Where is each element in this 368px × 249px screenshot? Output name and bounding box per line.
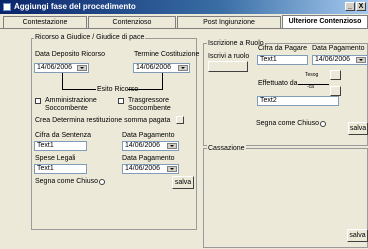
crea-determina-button[interactable] — [176, 116, 184, 124]
salva-ricorso-button[interactable]: salva — [172, 176, 194, 189]
segna-chiuso-radio[interactable] — [99, 179, 105, 185]
effettuato-label: Effettuato da — [258, 80, 298, 87]
termine-costituzione-value: 14/06/2006 — [136, 64, 172, 71]
data-pagamento-ruolo-label: Data Pagamento — [312, 45, 365, 52]
effettuato-option-top-button[interactable] — [330, 70, 341, 80]
chevron-down-icon[interactable] — [167, 143, 177, 149]
dialog-window: Aggiungi fase del procedimento _ X Conte… — [0, 0, 368, 249]
segna-chiuso-ruolo-radio[interactable] — [320, 121, 326, 127]
iscrivi-ruolo-button[interactable] — [208, 61, 248, 72]
tree-top-label: Tesog — [305, 72, 319, 78]
close-button[interactable]: X — [356, 2, 366, 11]
segna-chiuso-label: Segna come Chiuso — [35, 178, 99, 185]
chevron-down-icon[interactable] — [167, 166, 177, 172]
data-pagamento-sentenza-value: 14/06/2006 — [125, 142, 161, 149]
salva-ruolo-button[interactable]: salva — [348, 122, 368, 135]
data-deposito-value: 14/06/2006 — [37, 64, 73, 71]
data-deposito-label: Data Deposito Ricorso — [35, 51, 106, 58]
connector-line — [62, 89, 96, 90]
amministrazione-label: Amministrazione — [45, 97, 97, 104]
data-pagamento-sentenza-label: Data Pagamento — [122, 132, 175, 139]
salva-cassazione-button[interactable]: salva — [347, 229, 368, 242]
cassazione-group — [203, 148, 368, 248]
tab-post-ingiunzione[interactable]: Post Ingiunzione — [177, 16, 281, 28]
spese-legali-label: Spese Legali — [35, 155, 76, 162]
connector-line — [162, 73, 163, 90]
termine-costituzione-picker[interactable]: 14/06/2006 — [133, 63, 190, 73]
cassazione-group-title: Cassazione — [207, 145, 246, 152]
spese-legali-input[interactable]: Text1 — [34, 164, 87, 174]
amministrazione-sub-label: Soccombente — [45, 105, 88, 112]
ricorso-group-title: Ricorso a Giudice / Giudice di pace — [34, 34, 146, 41]
segna-chiuso-ruolo-label: Segna come Chiuso — [256, 120, 320, 127]
chevron-down-icon[interactable] — [356, 57, 366, 63]
data-pagamento-spese-picker[interactable]: 14/06/2006 — [122, 164, 179, 174]
amministrazione-checkbox[interactable] — [35, 98, 41, 104]
data-pagamento-spese-label: Data Pagamento — [122, 155, 175, 162]
data-pagamento-ruolo-value: 14/06/2006 — [315, 56, 351, 63]
minimize-button[interactable]: _ — [345, 2, 355, 11]
iscrivi-ruolo-label: Iscrivi a ruolo — [208, 53, 250, 60]
esito-ricorso-label: Esito Ricorso — [97, 86, 139, 93]
crea-determina-label: Crea Determina restituzione somma pagata — [35, 117, 171, 124]
title-bar: Aggiungi fase del procedimento _ X — [0, 0, 368, 14]
tree-bottom-label: -ca — [307, 84, 314, 90]
cifra-sentenza-input[interactable]: Text1 — [34, 141, 87, 151]
tab-contenzioso[interactable]: Contenzioso — [88, 16, 176, 28]
chevron-down-icon[interactable] — [178, 65, 188, 71]
data-pagamento-ruolo-picker[interactable]: 14/06/2006 — [312, 55, 368, 65]
chevron-down-icon[interactable] — [77, 65, 87, 71]
cifra-sentenza-label: Cifra da Sentenza — [35, 132, 92, 139]
data-pagamento-spese-value: 14/06/2006 — [125, 165, 161, 172]
tab-contestazione[interactable]: Contestazione — [3, 16, 87, 28]
trasgressore-label: Trasgressore — [128, 97, 169, 104]
connector-line — [62, 73, 63, 90]
cifra-pagare-input[interactable]: Text1 — [257, 55, 308, 65]
tab-divider — [0, 28, 368, 29]
trasgressore-checkbox[interactable] — [118, 98, 124, 104]
effettuato-option-bottom-button[interactable] — [330, 86, 341, 96]
cifra-pagare-label: Cifra da Pagare — [258, 45, 308, 52]
effettuato-text-input[interactable]: Text2 — [257, 96, 339, 106]
iscrizione-group-title: Iscrizione a Ruolo — [207, 40, 265, 47]
termine-costituzione-label: Termine Costituzione — [134, 51, 200, 58]
tab-ulteriore-contenzioso[interactable]: Ulteriore Contenzioso — [282, 15, 368, 29]
trasgressore-sub-label: Soccombente — [128, 105, 171, 112]
window-app-icon — [3, 3, 11, 11]
window-title: Aggiungi fase del procedimento — [14, 2, 136, 11]
data-deposito-picker[interactable]: 14/06/2006 — [34, 63, 89, 73]
data-pagamento-sentenza-picker[interactable]: 14/06/2006 — [122, 141, 179, 151]
